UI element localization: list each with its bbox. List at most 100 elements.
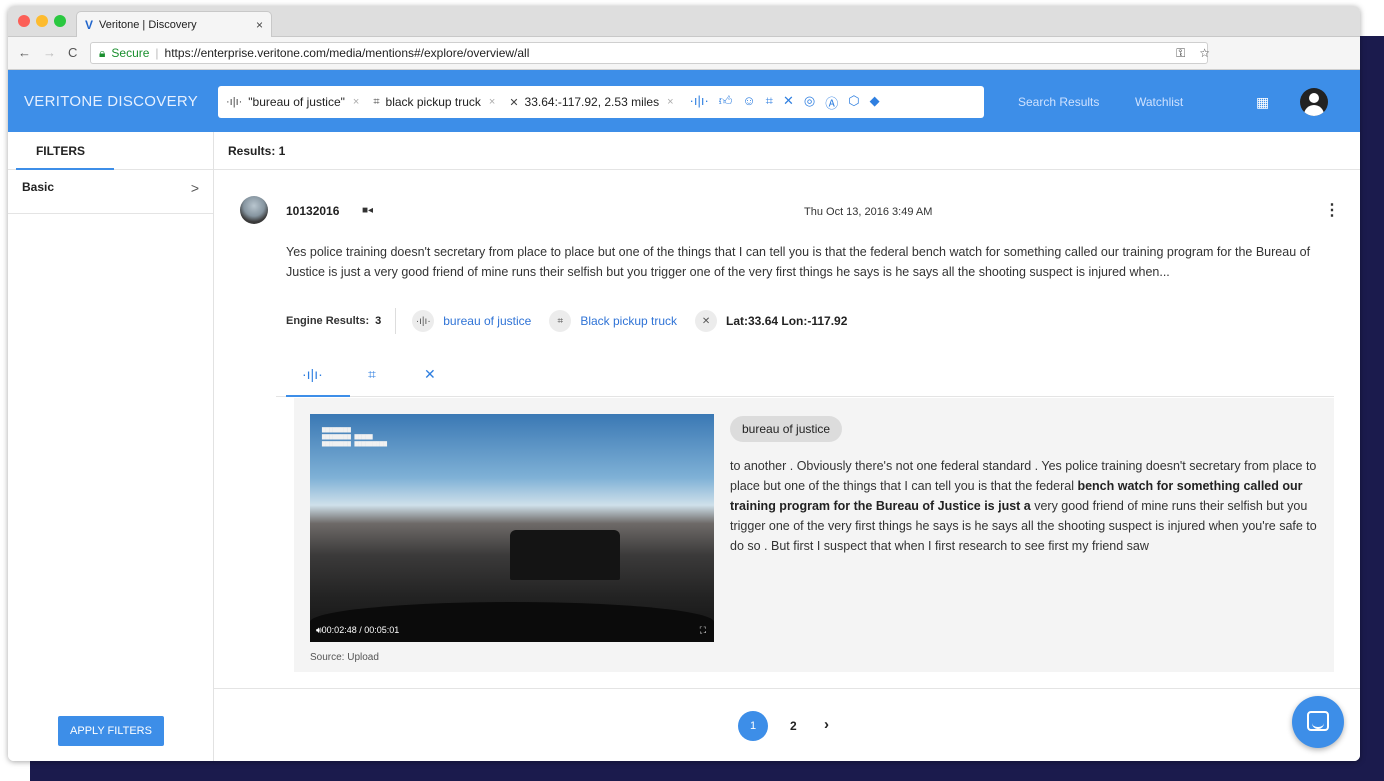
search-chip-geo[interactable]: ✕ 33.64:-117.92, 2.53 miles × — [509, 95, 673, 109]
results-count: Results: 1 — [214, 132, 1360, 170]
apply-filters-button[interactable]: APPLY FILTERS — [58, 716, 164, 746]
url-input[interactable]: 🔒︎ Secure | https://enterprise.veritone.… — [90, 42, 1208, 64]
chip-label: 33.64:-117.92, 2.53 miles — [524, 95, 660, 109]
tab-object-detection[interactable]: ⌗ — [368, 366, 376, 383]
pagination: 1 2 › — [214, 688, 1360, 761]
divider — [395, 308, 397, 334]
source-label: Source: Upload — [310, 652, 379, 663]
media-date: Thu Oct 13, 2016 3:49 AM — [804, 206, 933, 218]
transcript-text: to another . Obviously there's not one f… — [730, 456, 1318, 556]
browser-tab[interactable]: V Veritone | Discovery × — [76, 11, 272, 37]
transcript-snippet: Yes police training doesn't secretary fr… — [286, 245, 1311, 279]
engine-result-geo[interactable]: ✕ Lat:33.64 Lon:-117.92 — [695, 310, 847, 332]
key-icon[interactable]: ⚿ — [1176, 46, 1185, 61]
tab-transcription[interactable]: ·ı|ı· — [302, 366, 323, 382]
search-chip-object[interactable]: ⌗ black pickup truck × — [373, 95, 495, 109]
address-bar-icons: ⚿ ☆ — [1176, 46, 1210, 61]
pickup-truck-image — [510, 530, 620, 580]
engine-results-count: 3 — [375, 315, 382, 327]
dashboard-image — [310, 602, 714, 642]
chip-close-icon[interactable]: × — [489, 96, 495, 108]
app-header: VERITONE DISCOVERY ·ı|ı· "bureau of just… — [8, 70, 1360, 132]
secure-label: Secure — [111, 46, 150, 60]
main-content: Results: 1 10132016 ■◂ Thu Oct 13, 2016 … — [214, 132, 1360, 761]
next-page-icon[interactable]: › — [824, 716, 829, 733]
chip-close-icon[interactable]: × — [667, 96, 673, 108]
filters-tab-label: FILTERS — [35, 144, 86, 158]
tab-geolocation[interactable]: ✕ — [424, 366, 436, 383]
audio-wave-icon: ·ı|ı· — [412, 310, 435, 332]
nav-buttons: ← → C — [18, 45, 77, 60]
video-camera-icon: ■◂ — [362, 205, 374, 216]
star-icon[interactable]: ☆ — [1199, 46, 1210, 61]
chip-close-icon[interactable]: × — [353, 96, 359, 108]
brand-title[interactable]: VERITONE DISCOVERY — [24, 93, 198, 110]
window-controls — [18, 15, 66, 27]
chevron-right-icon: > — [190, 180, 199, 196]
tag-engine-icon[interactable]: ◆ — [870, 93, 880, 112]
keyword-tag[interactable]: bureau of justice — [730, 416, 843, 442]
active-tab-indicator — [286, 395, 350, 397]
engine-result-label: Black pickup truck — [580, 314, 678, 328]
browser-window: V Veritone | Discovery × ← → C 🔒︎ Secure… — [8, 6, 1360, 761]
object-detect-icon: ⌗ — [373, 95, 380, 108]
url-text: https://enterprise.veritone.com/media/me… — [164, 46, 530, 60]
video-player[interactable]: ▆▆▆▆▆▆▆▆ ▆▆▆▆▆▆▆▆ ▆▆▆▆▆ ▆▆▆▆▆▆▆▆ ▆▆▆▆▆▆▆▆▆… — [310, 414, 714, 642]
search-results-link[interactable]: Search Results — [1018, 95, 1099, 109]
media-title[interactable]: 10132016 — [286, 204, 339, 218]
tab-filters[interactable]: FILTERS — [8, 132, 213, 170]
object-detect-icon: ⌗ — [549, 310, 572, 332]
broadcast-engine-icon[interactable]: ◎ — [804, 93, 815, 112]
chat-icon[interactable] — [1292, 696, 1344, 748]
browser-tab-title: Veritone | Discovery — [99, 18, 197, 31]
user-avatar[interactable] — [1300, 88, 1328, 116]
tab-close-icon[interactable]: × — [256, 18, 263, 32]
transcription-engine-icon[interactable]: ·ı|ı· — [690, 93, 709, 112]
engine-icons: ·ı|ı· 👍︎ ☺ ⌗ ✕ ◎ Ⓐ ⬡ ◆ — [690, 93, 880, 112]
filters-sidebar: FILTERS Basic > APPLY FILTERS — [8, 132, 214, 761]
minimize-window-button[interactable] — [36, 15, 48, 27]
logo-engine-icon[interactable]: ⬡ — [848, 93, 859, 112]
detail-panel: ▆▆▆▆▆▆▆▆ ▆▆▆▆▆▆▆▆ ▆▆▆▆▆ ▆▆▆▆▆▆▆▆ ▆▆▆▆▆▆▆▆▆… — [294, 398, 1334, 672]
chip-label: "bureau of justice" — [248, 95, 345, 109]
video-overlay-text: ▆▆▆▆▆▆▆▆ ▆▆▆▆▆▆▆▆ ▆▆▆▆▆ ▆▆▆▆▆▆▆▆ ▆▆▆▆▆▆▆▆▆ — [322, 426, 388, 447]
engine-result-audio[interactable]: ·ı|ı· bureau of justice — [412, 310, 531, 332]
audio-wave-icon: ·ı|ı· — [226, 96, 243, 108]
object-engine-icon[interactable]: ⌗ — [766, 93, 773, 112]
media-thumbnail-avatar[interactable] — [240, 196, 268, 224]
sentiment-engine-icon[interactable]: 👍︎ — [719, 93, 733, 112]
video-time: 🔊︎00:02:48 / 00:05:01 — [316, 625, 399, 636]
maximize-window-button[interactable] — [54, 15, 66, 27]
watchlist-link[interactable]: Watchlist — [1135, 95, 1183, 109]
face-engine-icon[interactable]: ☺ — [742, 93, 755, 112]
page-1-button[interactable]: 1 — [738, 711, 768, 741]
geolocation-engine-icon[interactable]: ✕ — [783, 93, 794, 112]
apps-grid-icon[interactable]: ▦ — [1256, 94, 1269, 111]
close-window-button[interactable] — [18, 15, 30, 27]
engine-result-label: bureau of justice — [443, 314, 532, 328]
browser-tabstrip: V Veritone | Discovery × — [8, 6, 1360, 37]
engine-result-label: Lat:33.64 Lon:-117.92 — [726, 314, 848, 328]
ocr-engine-icon[interactable]: Ⓐ — [825, 93, 838, 112]
page-2-button[interactable]: 2 — [790, 719, 797, 733]
more-options-icon[interactable]: ⋮ — [1324, 200, 1340, 220]
url-separator: | — [155, 46, 159, 60]
back-icon[interactable]: ← — [18, 45, 31, 60]
search-chip-audio[interactable]: ·ı|ı· "bureau of justice" × — [226, 95, 359, 109]
satellite-icon: ✕ — [695, 310, 718, 332]
forward-icon[interactable]: → — [43, 45, 56, 60]
chip-label: black pickup truck — [385, 95, 481, 109]
engine-results-label: Engine Results: — [286, 315, 370, 327]
engine-result-object[interactable]: ⌗ Black pickup truck — [549, 310, 677, 332]
search-bar[interactable]: ·ı|ı· "bureau of justice" × ⌗ black pick… — [218, 86, 984, 118]
filter-basic[interactable]: Basic > — [8, 170, 213, 214]
veritone-logo-icon: V — [85, 17, 94, 32]
fullscreen-icon[interactable]: ⛶ — [700, 625, 706, 636]
lock-icon: 🔒︎ — [99, 45, 106, 60]
engine-results: Engine Results: 3 ·ı|ı· bureau of justic… — [286, 306, 865, 336]
video-time-label: 00:02:48 / 00:05:01 — [321, 625, 400, 635]
satellite-icon: ✕ — [509, 96, 519, 109]
reload-icon[interactable]: C — [68, 45, 77, 60]
filter-basic-label: Basic — [22, 180, 55, 194]
address-bar: ← → C 🔒︎ Secure | https://enterprise.ver… — [8, 37, 1360, 70]
